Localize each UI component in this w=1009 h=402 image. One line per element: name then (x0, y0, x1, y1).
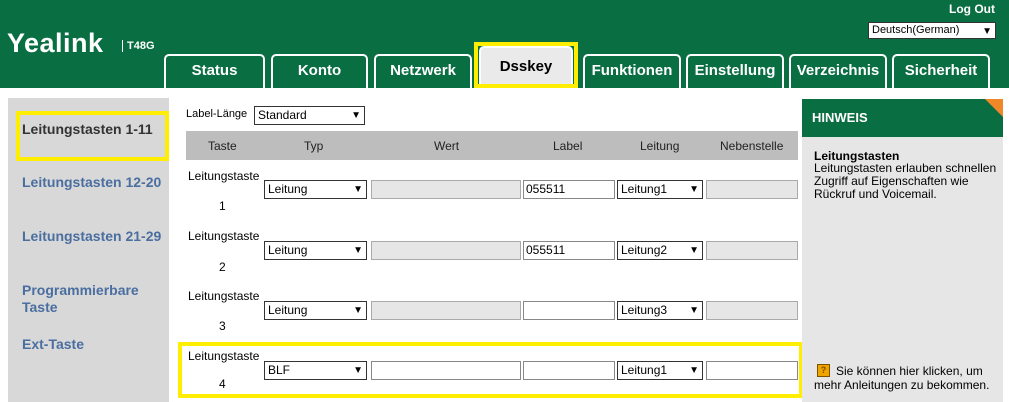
label-length-select[interactable]: Standard ▼ (254, 106, 365, 125)
row-1-label-input[interactable]: 055511 (523, 180, 615, 199)
row-2-value-input[interactable] (371, 241, 521, 260)
hint-panel: HINWEIS Leitungstasten Leitungstasten er… (802, 99, 1003, 402)
row-1-taste: Leitungstaste (188, 169, 260, 183)
chevron-down-icon: ▼ (689, 184, 699, 195)
row-2-extension-input[interactable] (706, 241, 798, 260)
column-header-label: Label (553, 139, 583, 153)
row-1-type-select[interactable]: Leitung ▼ (264, 180, 367, 199)
chevron-down-icon: ▼ (353, 245, 363, 256)
row-2-line-select[interactable]: Leitung2 ▼ (617, 241, 703, 260)
row-1-number: 1 (219, 199, 226, 213)
tab-netzwerk[interactable]: Netzwerk (374, 54, 472, 88)
hint-more-link[interactable]: Sie können hier klicken, um mehr Anleitu… (814, 364, 1000, 392)
label-length-label: Label-Länge (186, 108, 248, 120)
chevron-down-icon: ▼ (982, 26, 992, 37)
brand-logo: Yealink (7, 28, 104, 58)
tab-funktionen[interactable]: Funktionen (583, 54, 681, 88)
row-3-label-input[interactable] (523, 301, 615, 320)
tab-konto[interactable]: Konto (271, 54, 368, 88)
dsskey-tab-highlight (474, 42, 578, 88)
sidebar-item-leitungstasten-21-29[interactable]: Leitungstasten 21-29 (22, 228, 162, 245)
sidebar-item-leitungstasten-12-20[interactable]: Leitungstasten 12-20 (22, 174, 162, 191)
sidebar-highlight (16, 111, 169, 161)
hint-corner-flag (985, 99, 1003, 117)
column-header-typ: Typ (304, 139, 324, 153)
row-2-label-input[interactable]: 055511 (523, 241, 615, 260)
row-2-line-value: Leitung2 (621, 243, 668, 257)
column-header-nebenstelle: Nebenstelle (720, 139, 784, 153)
model-label: T48G (122, 40, 155, 52)
column-header-wert: Wert (434, 139, 460, 153)
row-3-taste: Leitungstaste (188, 289, 260, 303)
hint-heading: HINWEIS (802, 99, 1003, 137)
row-2-number: 2 (219, 260, 226, 274)
language-value: Deutsch(German) (872, 24, 960, 36)
row-3-extension-input[interactable] (706, 301, 798, 320)
hint-text: Leitungstasten erlauben schnellen Zugrif… (814, 161, 997, 201)
tab-verzeichnis[interactable]: Verzeichnis (789, 54, 887, 88)
row-3-type-value: Leitung (268, 303, 308, 317)
row-3-value-input[interactable] (371, 301, 521, 320)
sidebar-item-programmierbare-taste[interactable]: Programmierbare Taste (22, 282, 162, 316)
row-2-type-value: Leitung (268, 243, 308, 257)
chevron-down-icon: ▼ (689, 245, 699, 256)
row-3-line-value: Leitung3 (621, 303, 668, 317)
row-2-taste: Leitungstaste (188, 229, 260, 243)
row-3-type-select[interactable]: Leitung ▼ (264, 301, 367, 320)
row-1-line-value: Leitung1 (621, 182, 668, 196)
table-header: Taste Typ Wert Label Leitung Nebenstelle (186, 131, 798, 160)
row-4-highlight (178, 342, 803, 398)
language-select[interactable]: Deutsch(German) ▼ (868, 22, 996, 39)
tab-sicherheit[interactable]: Sicherheit (892, 54, 990, 88)
chevron-down-icon: ▼ (689, 305, 699, 316)
chevron-down-icon: ▼ (351, 110, 361, 121)
row-1-line-select[interactable]: Leitung1 ▼ (617, 180, 703, 199)
sidebar-item-ext-taste[interactable]: Ext-Taste (22, 336, 162, 353)
label-length-value: Standard (258, 108, 307, 122)
row-3-number: 3 (219, 319, 226, 333)
row-1-value-input[interactable] (371, 180, 521, 199)
tab-einstellung[interactable]: Einstellung (686, 54, 784, 88)
row-3-line-select[interactable]: Leitung3 ▼ (617, 301, 703, 320)
row-1-type-value: Leitung (268, 182, 308, 196)
chevron-down-icon: ▼ (353, 184, 363, 195)
chevron-down-icon: ▼ (353, 305, 363, 316)
tab-status[interactable]: Status (164, 54, 265, 88)
column-header-leitung: Leitung (640, 139, 680, 153)
column-header-taste: Taste (208, 139, 237, 153)
logout-link[interactable]: Log Out (949, 2, 995, 16)
row-2-type-select[interactable]: Leitung ▼ (264, 241, 367, 260)
row-1-extension-input[interactable] (706, 180, 798, 199)
